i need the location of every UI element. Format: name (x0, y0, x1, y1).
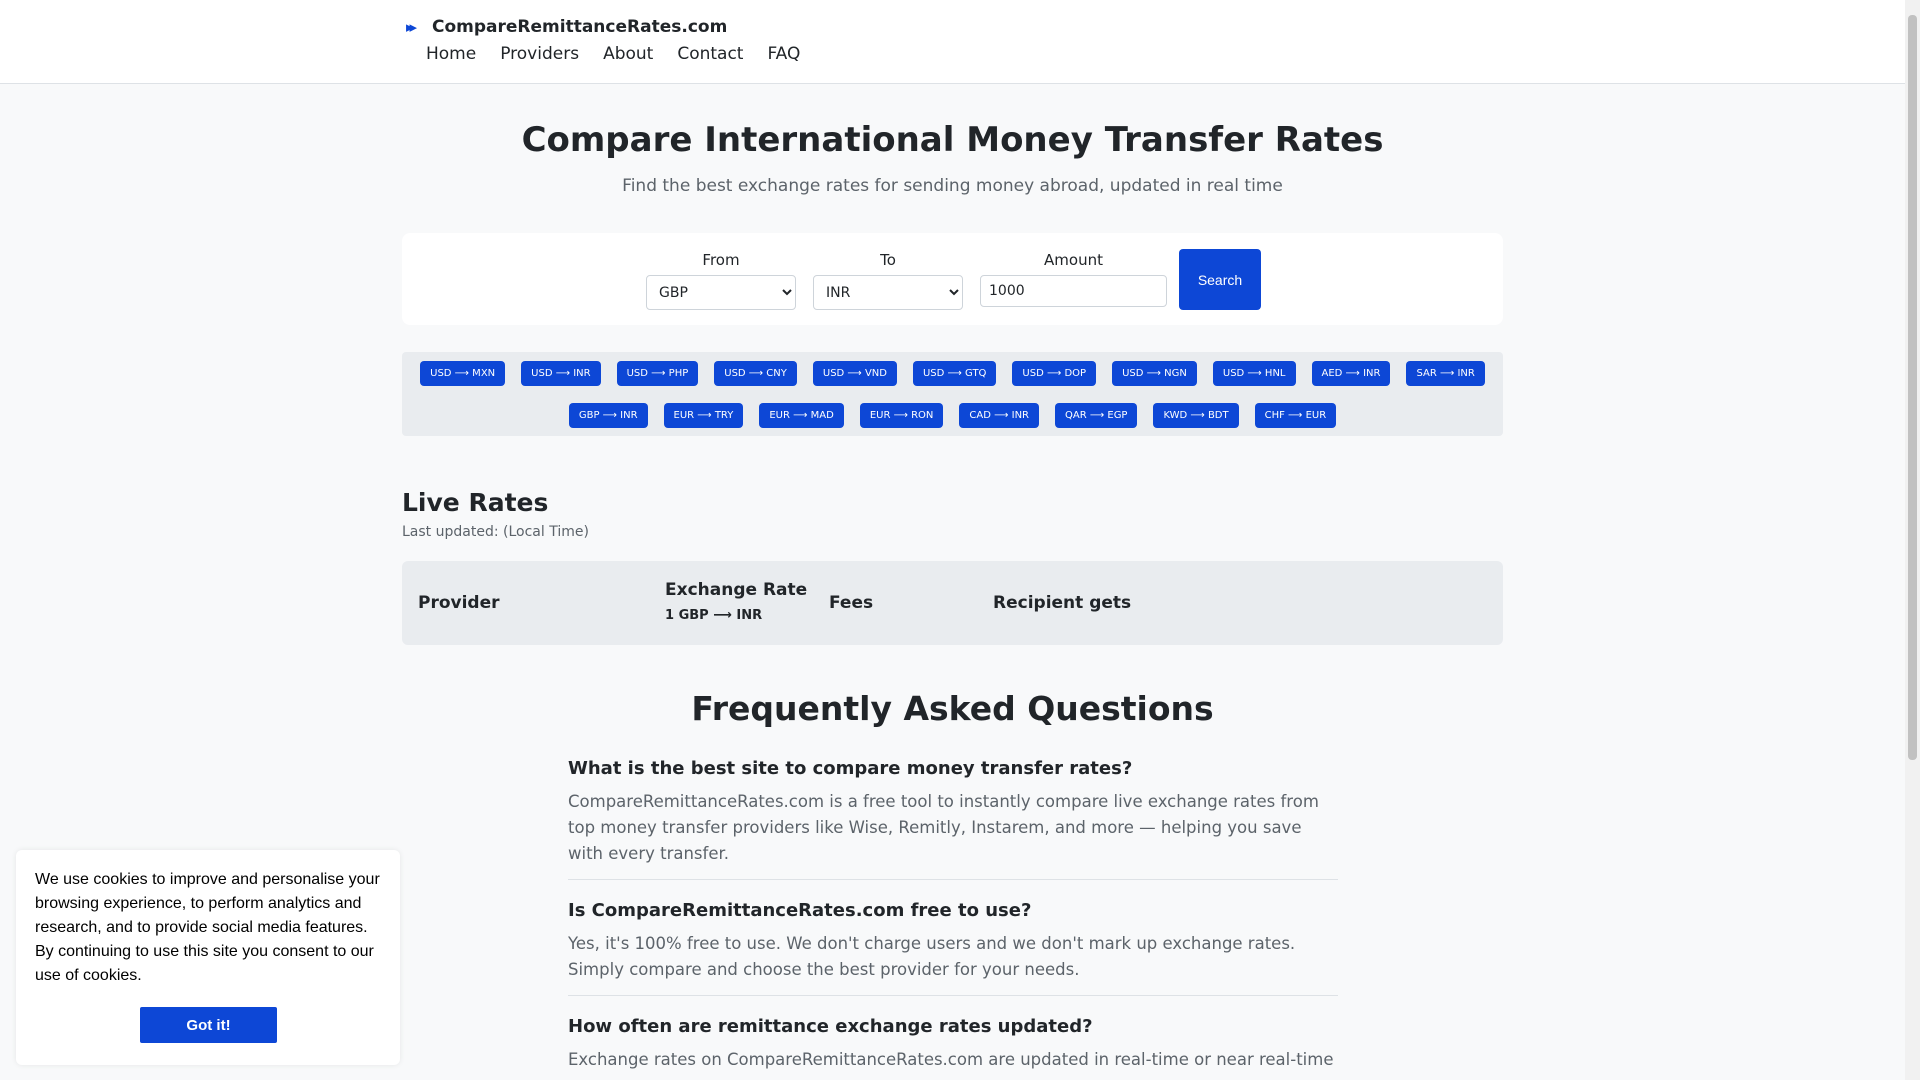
pair-link[interactable]: SAR ⟶ INR (1406, 361, 1485, 386)
pairs-row-2: GBP ⟶ INR EUR ⟶ TRY EUR ⟶ MAD EUR ⟶ RON … (402, 403, 1503, 428)
amount-field: Amount (980, 251, 1167, 307)
col-exchange-rate: Exchange Rate (665, 580, 808, 600)
amount-input[interactable] (980, 275, 1167, 307)
faq-answer: CompareRemittanceRates.com is a free too… (568, 792, 1319, 863)
faq-question: Is CompareRemittanceRates.com free to us… (568, 900, 1032, 921)
from-currency-select[interactable]: GBP (646, 275, 796, 310)
faq-list: What is the best site to compare money t… (568, 758, 1338, 1080)
col-recipient-gets: Recipient gets (993, 593, 1132, 613)
to-currency-select[interactable]: INR (813, 275, 963, 310)
amount-label: Amount (1044, 251, 1103, 269)
pair-link[interactable]: USD ⟶ MXN (420, 361, 506, 386)
faq-question: What is the best site to compare money t… (568, 758, 1133, 779)
pair-link[interactable]: USD ⟶ CNY (714, 361, 797, 386)
live-rates-title: Live Rates (402, 488, 549, 517)
col-provider: Provider (418, 593, 500, 613)
page-scrollbar[interactable] (1905, 0, 1920, 1080)
scrollbar-thumb[interactable] (1908, 15, 1917, 760)
faq-title: Frequently Asked Questions (691, 689, 1214, 728)
cookie-message: We use cookies to improve and personalis… (35, 871, 380, 984)
pair-link[interactable]: USD ⟶ DOP (1012, 361, 1097, 386)
pair-link[interactable]: USD ⟶ INR (521, 361, 601, 386)
pairs-row-1: USD ⟶ MXN USD ⟶ INR USD ⟶ PHP USD ⟶ CNY … (402, 361, 1503, 386)
faq-answer: Yes, it's 100% free to use. We don't cha… (568, 934, 1296, 979)
nav-about[interactable]: About (603, 44, 653, 64)
cookie-banner: We use cookies to improve and personalis… (16, 850, 400, 1065)
pair-link[interactable]: USD ⟶ PHP (616, 361, 699, 386)
pair-link[interactable]: EUR ⟶ MAD (759, 403, 844, 428)
pair-link[interactable]: EUR ⟶ TRY (663, 403, 744, 428)
pair-link[interactable]: USD ⟶ GTQ (912, 361, 997, 386)
from-label: From (702, 251, 740, 269)
main-nav: Home Providers About Contact FAQ (426, 44, 800, 64)
page-title: Compare International Money Transfer Rat… (521, 120, 1384, 160)
pair-link[interactable]: EUR ⟶ RON (859, 403, 944, 428)
page-subtitle: Find the best exchange rates for sending… (622, 176, 1283, 196)
pair-link[interactable]: AED ⟶ INR (1311, 361, 1391, 386)
pair-link[interactable]: GBP ⟶ INR (568, 403, 648, 428)
to-label: To (880, 251, 896, 269)
brand-name: CompareRemittanceRates.com (432, 17, 728, 37)
top-navbar: ▸▸ CompareRemittanceRates.com Home Provi… (0, 0, 1905, 84)
col-exchange-rate-pair: 1 GBP ⟶ INR (665, 608, 763, 623)
faq-answer: Exchange rates on CompareRemittanceRates… (568, 1050, 1334, 1069)
nav-home[interactable]: Home (426, 44, 476, 64)
pair-link[interactable]: CHF ⟶ EUR (1254, 403, 1337, 428)
pair-link[interactable]: QAR ⟶ EGP (1055, 403, 1138, 428)
nav-contact[interactable]: Contact (677, 44, 743, 64)
nav-providers[interactable]: Providers (500, 44, 579, 64)
from-field: From GBP (646, 251, 796, 310)
pair-link[interactable]: CAD ⟶ INR (959, 403, 1040, 428)
pair-link[interactable]: USD ⟶ NGN (1112, 361, 1197, 386)
rates-table-header: Provider Exchange Rate 1 GBP ⟶ INR Fees … (402, 561, 1503, 645)
faq-item: How often are remittance exchange rates … (568, 1016, 1338, 1080)
brand-link[interactable]: ▸▸ CompareRemittanceRates.com (406, 17, 727, 37)
to-field: To INR (813, 251, 963, 310)
faq-item: Is CompareRemittanceRates.com free to us… (568, 900, 1338, 996)
popular-pairs: USD ⟶ MXN USD ⟶ INR USD ⟶ PHP USD ⟶ CNY … (402, 352, 1503, 436)
pair-link[interactable]: KWD ⟶ BDT (1153, 403, 1239, 428)
pair-link[interactable]: USD ⟶ HNL (1212, 361, 1296, 386)
pair-link[interactable]: USD ⟶ VND (812, 361, 897, 386)
faq-question: How often are remittance exchange rates … (568, 1016, 1093, 1037)
search-button[interactable]: Search (1179, 249, 1261, 310)
last-updated-text: Last updated: (Local Time) (402, 524, 589, 540)
cookie-accept-button[interactable]: Got it! (140, 1007, 277, 1043)
faq-item: What is the best site to compare money t… (568, 758, 1338, 880)
col-fees: Fees (829, 593, 874, 613)
search-form: From GBP To INR Amount Search (402, 233, 1503, 325)
double-chevron-right-icon: ▸▸ (406, 18, 417, 36)
nav-faq[interactable]: FAQ (767, 44, 800, 64)
